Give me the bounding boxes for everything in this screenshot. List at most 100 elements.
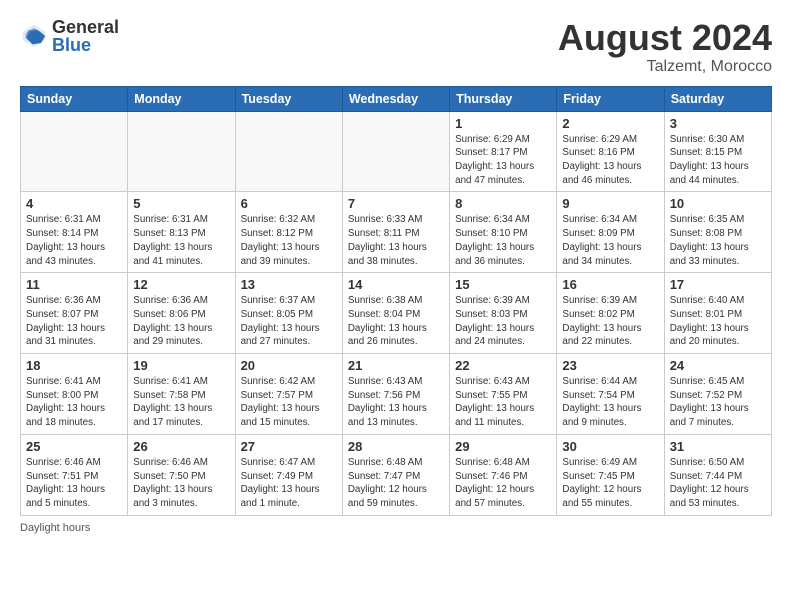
calendar-cell: 5 Sunrise: 6:31 AMSunset: 8:13 PMDaylight… [128, 192, 235, 273]
calendar-cell: 23 Sunrise: 6:44 AMSunset: 7:54 PMDayligh… [557, 354, 664, 435]
cell-date-number: 9 [562, 196, 658, 211]
calendar-cell: 15 Sunrise: 6:39 AMSunset: 8:03 PMDayligh… [450, 273, 557, 354]
calendar-cell: 14Sunrise: 6:38 AMSunset: 8:04 PMDayligh… [342, 273, 449, 354]
cell-info: Sunrise: 6:48 AMSunset: 7:47 PMDaylight:… [348, 456, 444, 511]
cell-info: Sunrise: 6:45 AMSunset: 7:52 PMDaylight:… [670, 375, 766, 430]
cell-info: Sunrise: 6:50 AMSunset: 7:44 PMDaylight:… [670, 456, 766, 511]
cell-info: Sunrise: 6:29 AMSunset: 8:16 PMDaylight:… [562, 133, 658, 188]
cell-info: Sunrise: 6:34 AMSunset: 8:10 PMDaylight:… [455, 213, 551, 268]
calendar-cell: 29Sunrise: 6:48 AMSunset: 7:46 PMDayligh… [450, 434, 557, 515]
cell-date-number: 4 [26, 196, 122, 211]
calendar-cell [128, 111, 235, 192]
cell-info: Sunrise: 6:36 AMSunset: 8:07 PMDaylight:… [26, 294, 122, 349]
title-block: August 2024 Talzemt, Morocco [558, 18, 772, 76]
cell-date-number: 1 [455, 116, 551, 131]
calendar-cell: 12 Sunrise: 6:36 AMSunset: 8:06 PMDayligh… [128, 273, 235, 354]
calendar-cell [342, 111, 449, 192]
cell-info: Sunrise: 6:35 AMSunset: 8:08 PMDaylight:… [670, 213, 766, 268]
calendar-cell: 20 Sunrise: 6:42 AMSunset: 7:57 PMDayligh… [235, 354, 342, 435]
calendar-cell [21, 111, 128, 192]
title-month-year: August 2024 [558, 18, 772, 58]
calendar-cell: 22Sunrise: 6:43 AMSunset: 7:55 PMDayligh… [450, 354, 557, 435]
cell-date-number: 25 [26, 439, 122, 454]
cell-info: Sunrise: 6:43 AMSunset: 7:55 PMDaylight:… [455, 375, 551, 430]
calendar-week-1: 1Sunrise: 6:29 AMSunset: 8:17 PMDaylight… [21, 111, 772, 192]
cell-info: Sunrise: 6:38 AMSunset: 8:04 PMDaylight:… [348, 294, 444, 349]
cell-date-number: 19 [133, 358, 229, 373]
calendar-header-row: Sunday Monday Tuesday Wednesday Thursday… [21, 86, 772, 111]
cell-info: Sunrise: 6:41 AMSunset: 8:00 PMDaylight:… [26, 375, 122, 430]
logo-general: General [52, 18, 119, 36]
calendar-cell: 13Sunrise: 6:37 AMSunset: 8:05 PMDayligh… [235, 273, 342, 354]
logo: General Blue [20, 18, 119, 54]
daylight-label: Daylight hours [20, 522, 90, 534]
calendar-cell: 3Sunrise: 6:30 AMSunset: 8:15 PMDaylight… [664, 111, 771, 192]
cell-info: Sunrise: 6:48 AMSunset: 7:46 PMDaylight:… [455, 456, 551, 511]
cell-info: Sunrise: 6:43 AMSunset: 7:56 PMDaylight:… [348, 375, 444, 430]
cell-date-number: 20 [241, 358, 337, 373]
cell-info: Sunrise: 6:46 AMSunset: 7:50 PMDaylight:… [133, 456, 229, 511]
page-header: General Blue August 2024 Talzemt, Morocc… [20, 18, 772, 76]
cell-date-number: 17 [670, 277, 766, 292]
cell-date-number: 5 [133, 196, 229, 211]
cell-info: Sunrise: 6:36 AMSunset: 8:06 PMDaylight:… [133, 294, 229, 349]
calendar-cell: 28 Sunrise: 6:48 AMSunset: 7:47 PMDayligh… [342, 434, 449, 515]
cell-date-number: 7 [348, 196, 444, 211]
calendar-cell: 6Sunrise: 6:32 AMSunset: 8:12 PMDaylight… [235, 192, 342, 273]
cell-date-number: 26 [133, 439, 229, 454]
calendar-cell: 26 Sunrise: 6:46 AMSunset: 7:50 PMDayligh… [128, 434, 235, 515]
cell-info: Sunrise: 6:31 AMSunset: 8:14 PMDaylight:… [26, 213, 122, 268]
cell-info: Sunrise: 6:37 AMSunset: 8:05 PMDaylight:… [241, 294, 337, 349]
cell-info: Sunrise: 6:31 AMSunset: 8:13 PMDaylight:… [133, 213, 229, 268]
logo-text: General Blue [52, 18, 119, 54]
cell-date-number: 6 [241, 196, 337, 211]
cell-date-number: 16 [562, 277, 658, 292]
header-friday: Friday [557, 86, 664, 111]
cell-info: Sunrise: 6:44 AMSunset: 7:54 PMDaylight:… [562, 375, 658, 430]
cell-info: Sunrise: 6:39 AMSunset: 8:03 PMDaylight:… [455, 294, 551, 349]
header-saturday: Saturday [664, 86, 771, 111]
cell-info: Sunrise: 6:42 AMSunset: 7:57 PMDaylight:… [241, 375, 337, 430]
cell-date-number: 23 [562, 358, 658, 373]
header-sunday: Sunday [21, 86, 128, 111]
calendar-cell: 25Sunrise: 6:46 AMSunset: 7:51 PMDayligh… [21, 434, 128, 515]
calendar-week-3: 11Sunrise: 6:36 AMSunset: 8:07 PMDayligh… [21, 273, 772, 354]
cell-date-number: 15 [455, 277, 551, 292]
header-wednesday: Wednesday [342, 86, 449, 111]
calendar-cell: 19 Sunrise: 6:41 AMSunset: 7:58 PMDayligh… [128, 354, 235, 435]
calendar-week-2: 4 Sunrise: 6:31 AMSunset: 8:14 PMDaylight… [21, 192, 772, 273]
calendar-cell: 10 Sunrise: 6:35 AMSunset: 8:08 PMDayligh… [664, 192, 771, 273]
calendar-cell: 21 Sunrise: 6:43 AMSunset: 7:56 PMDayligh… [342, 354, 449, 435]
calendar-cell: 4 Sunrise: 6:31 AMSunset: 8:14 PMDaylight… [21, 192, 128, 273]
calendar-cell: 9 Sunrise: 6:34 AMSunset: 8:09 PMDaylight… [557, 192, 664, 273]
calendar-cell: 24 Sunrise: 6:45 AMSunset: 7:52 PMDayligh… [664, 354, 771, 435]
calendar-cell: 8 Sunrise: 6:34 AMSunset: 8:10 PMDaylight… [450, 192, 557, 273]
calendar-cell: 11Sunrise: 6:36 AMSunset: 8:07 PMDayligh… [21, 273, 128, 354]
cell-date-number: 24 [670, 358, 766, 373]
cell-date-number: 10 [670, 196, 766, 211]
cell-date-number: 12 [133, 277, 229, 292]
cell-date-number: 8 [455, 196, 551, 211]
header-thursday: Thursday [450, 86, 557, 111]
cell-info: Sunrise: 6:39 AMSunset: 8:02 PMDaylight:… [562, 294, 658, 349]
calendar-cell: 2Sunrise: 6:29 AMSunset: 8:16 PMDaylight… [557, 111, 664, 192]
cell-info: Sunrise: 6:41 AMSunset: 7:58 PMDaylight:… [133, 375, 229, 430]
cell-info: Sunrise: 6:33 AMSunset: 8:11 PMDaylight:… [348, 213, 444, 268]
calendar-week-4: 18 Sunrise: 6:41 AMSunset: 8:00 PMDayligh… [21, 354, 772, 435]
calendar-cell: 17 Sunrise: 6:40 AMSunset: 8:01 PMDayligh… [664, 273, 771, 354]
cell-info: Sunrise: 6:40 AMSunset: 8:01 PMDaylight:… [670, 294, 766, 349]
calendar-cell: 31 Sunrise: 6:50 AMSunset: 7:44 PMDayligh… [664, 434, 771, 515]
cell-date-number: 18 [26, 358, 122, 373]
cell-info: Sunrise: 6:49 AMSunset: 7:45 PMDaylight:… [562, 456, 658, 511]
cell-date-number: 31 [670, 439, 766, 454]
calendar-cell: 1Sunrise: 6:29 AMSunset: 8:17 PMDaylight… [450, 111, 557, 192]
logo-blue: Blue [52, 36, 119, 54]
logo-icon [20, 22, 48, 50]
cell-info: Sunrise: 6:34 AMSunset: 8:09 PMDaylight:… [562, 213, 658, 268]
cell-date-number: 21 [348, 358, 444, 373]
calendar-week-5: 25Sunrise: 6:46 AMSunset: 7:51 PMDayligh… [21, 434, 772, 515]
calendar-cell: 16 Sunrise: 6:39 AMSunset: 8:02 PMDayligh… [557, 273, 664, 354]
cell-date-number: 28 [348, 439, 444, 454]
calendar-table: Sunday Monday Tuesday Wednesday Thursday… [20, 86, 772, 516]
calendar-cell: 7 Sunrise: 6:33 AMSunset: 8:11 PMDaylight… [342, 192, 449, 273]
